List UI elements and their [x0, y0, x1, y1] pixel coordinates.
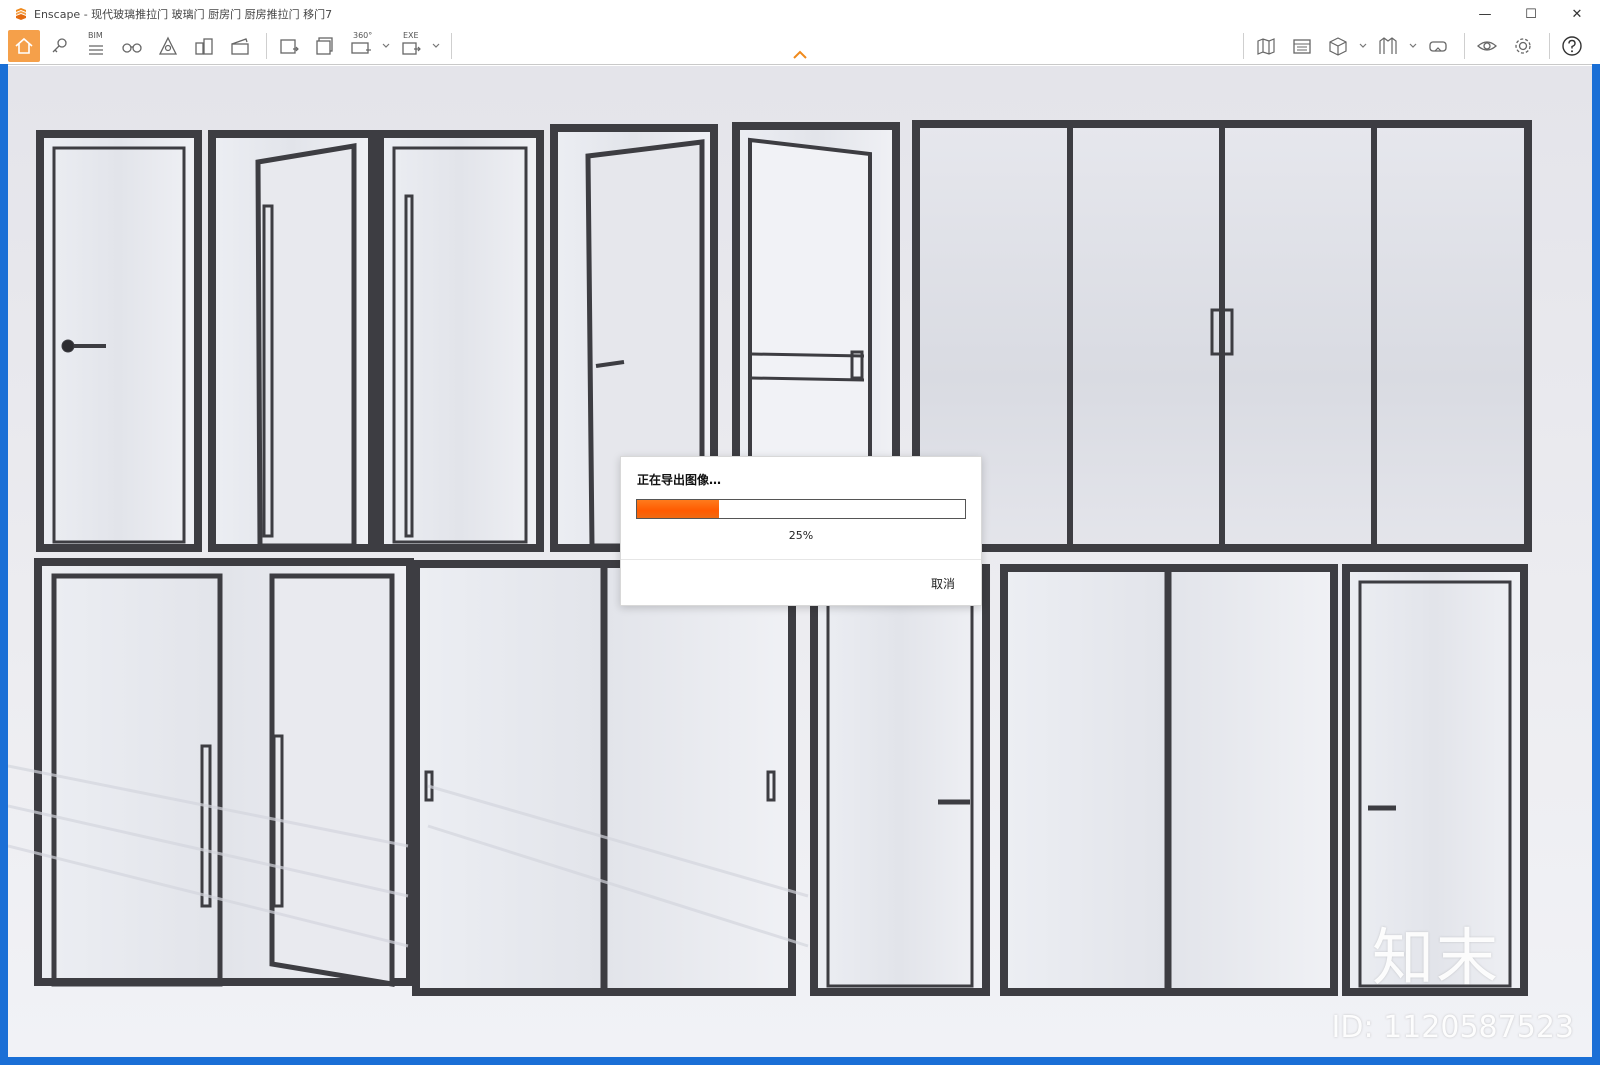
toolbar-separator — [1464, 33, 1465, 59]
export-exe-button[interactable]: EXE — [395, 30, 427, 62]
video-editor-button[interactable] — [224, 30, 256, 62]
bim-badge: BIM — [88, 31, 103, 40]
chevron-down-icon — [1409, 43, 1417, 48]
buildings-button[interactable] — [188, 30, 220, 62]
home-button[interactable] — [8, 30, 40, 62]
enscape-logo-icon — [16, 8, 26, 20]
batch-render-icon — [316, 37, 333, 55]
asset-library-icon — [52, 38, 67, 53]
map-icon — [1257, 38, 1275, 55]
binoculars-icon — [122, 43, 142, 53]
toolbar-separator — [266, 33, 267, 59]
site-context-button[interactable] — [152, 30, 184, 62]
dialog-title: 正在导出图像… — [637, 473, 722, 487]
toolbar-separator — [1549, 33, 1550, 59]
visual-settings-button[interactable] — [1471, 30, 1503, 62]
view-cube-icon — [1329, 37, 1347, 56]
title-bar: Enscape - 现代玻璃推拉门 玻璃门 厨房门 厨房推拉门 移门7 — ☐ … — [0, 0, 1600, 28]
export-progress-dialog: 正在导出图像… 25% 取消 — [620, 456, 982, 606]
video-editor-icon — [231, 38, 249, 55]
help-icon — [1562, 36, 1582, 56]
settings-button[interactable] — [1507, 30, 1539, 62]
view-cube-dropdown[interactable] — [1358, 30, 1368, 62]
toolbar-right-group — [1237, 30, 1592, 62]
cancel-button[interactable]: 取消 — [925, 571, 961, 596]
close-button[interactable]: ✕ — [1554, 0, 1600, 28]
enscape-window: Enscape - 现代玻璃推拉门 玻璃门 厨房门 厨房推拉门 移门7 — ☐ … — [0, 0, 1600, 1065]
home-icon — [15, 37, 33, 54]
batch-render-button[interactable] — [309, 30, 341, 62]
maximize-button[interactable]: ☐ — [1508, 0, 1554, 28]
site-context-icon — [158, 36, 178, 55]
material-editor-button[interactable] — [1286, 30, 1318, 62]
panorama-dropdown[interactable] — [381, 30, 391, 62]
progress-bar-fill — [637, 500, 719, 518]
buildings-icon — [195, 38, 213, 55]
progress-bar — [636, 499, 966, 519]
render-image-icon — [280, 39, 299, 54]
export-exe-badge: EXE — [403, 31, 419, 40]
toolbar-separator — [451, 33, 452, 59]
chevron-down-icon — [382, 43, 390, 48]
dialog-divider — [621, 559, 981, 560]
window-border-bottom — [0, 1057, 1600, 1065]
window-controls: — ☐ ✕ — [1462, 0, 1600, 28]
window-border-right — [1592, 64, 1600, 1065]
bim-button[interactable]: BIM — [80, 30, 112, 62]
progress-percent-text: 25% — [788, 529, 814, 542]
window-title: Enscape - 现代玻璃推拉门 玻璃门 厨房门 厨房推拉门 移门7 — [34, 8, 333, 21]
visual-settings-icon — [1477, 41, 1497, 51]
views-button[interactable] — [1372, 30, 1404, 62]
binoculars-button[interactable] — [116, 30, 148, 62]
help-button[interactable] — [1556, 30, 1588, 62]
chevron-down-icon — [1359, 43, 1367, 48]
vr-headset-button[interactable] — [1422, 30, 1454, 62]
render-image-button[interactable] — [273, 30, 305, 62]
watermark-id: ID: 1120587523 — [1331, 1010, 1574, 1045]
view-cube-button[interactable] — [1322, 30, 1354, 62]
map-button[interactable] — [1250, 30, 1282, 62]
settings-gear-icon — [1515, 38, 1531, 54]
window-border-left — [0, 64, 8, 1065]
views-dropdown[interactable] — [1408, 30, 1418, 62]
bottom-row-doors — [34, 558, 1528, 996]
toolbar-separator — [1243, 33, 1244, 59]
collapse-toolbar-icon[interactable] — [792, 49, 808, 61]
views-icon — [1379, 37, 1397, 54]
minimize-button[interactable]: — — [1462, 0, 1508, 28]
panorama-badge: 360° — [353, 31, 373, 40]
material-editor-icon — [1293, 39, 1311, 54]
asset-library-button[interactable] — [44, 30, 76, 62]
panorama-button[interactable]: 360° — [345, 30, 377, 62]
toolbar-left-group: BIM 360° EXE — [8, 30, 458, 62]
export-exe-dropdown[interactable] — [431, 30, 441, 62]
chevron-down-icon — [432, 43, 440, 48]
vr-headset-icon — [1429, 41, 1447, 52]
watermark-logo: 知末 — [1371, 921, 1500, 994]
